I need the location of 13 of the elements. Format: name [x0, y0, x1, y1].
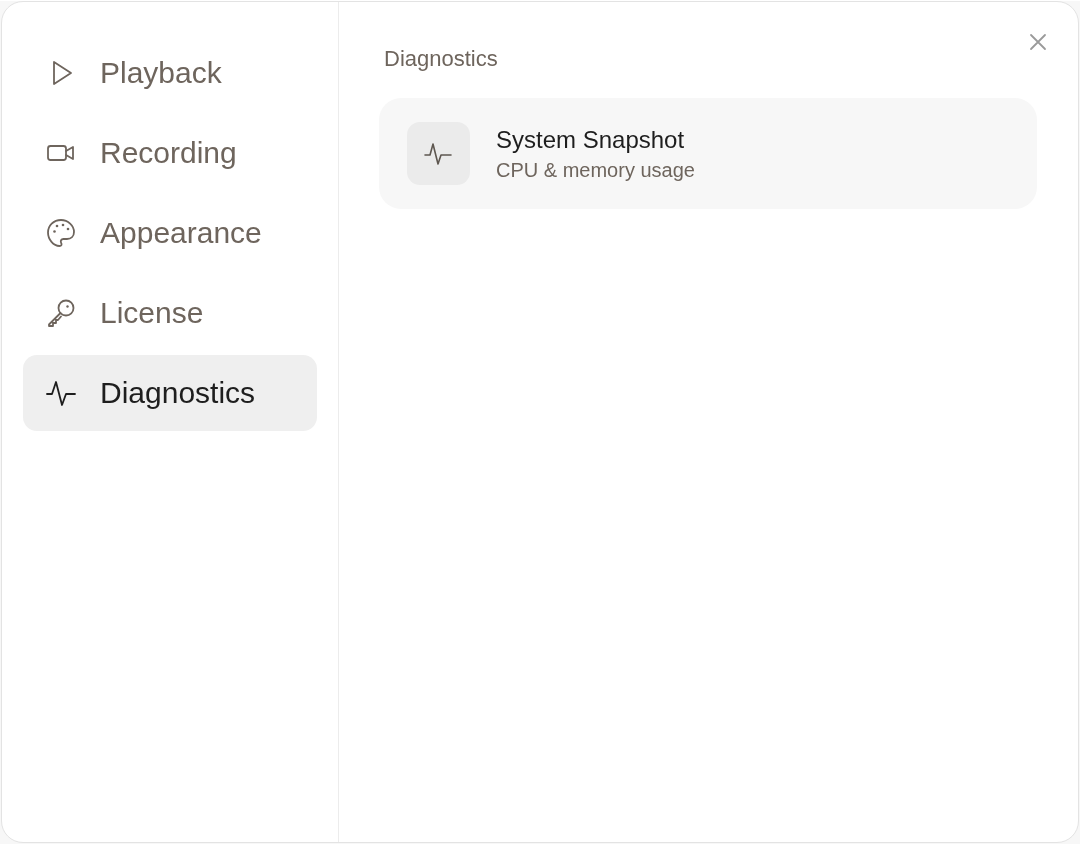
snapshot-card[interactable]: System Snapshot CPU & memory usage — [379, 98, 1037, 209]
palette-icon — [45, 217, 77, 249]
card-subtitle: CPU & memory usage — [496, 158, 695, 182]
sidebar-item[interactable]: License — [23, 275, 317, 351]
key-icon — [45, 297, 77, 329]
card-title: System Snapshot — [496, 125, 686, 154]
pulse-icon — [407, 122, 470, 185]
close-icon[interactable] — [1028, 32, 1048, 52]
sidebar-item[interactable]: Diagnostics — [23, 355, 317, 431]
sidebar-item[interactable]: Playback — [23, 35, 317, 111]
section-heading: Diagnostics — [384, 46, 498, 72]
sidebar-item[interactable]: Recording — [23, 115, 317, 191]
sidebar-item[interactable]: Appearance — [23, 195, 317, 271]
